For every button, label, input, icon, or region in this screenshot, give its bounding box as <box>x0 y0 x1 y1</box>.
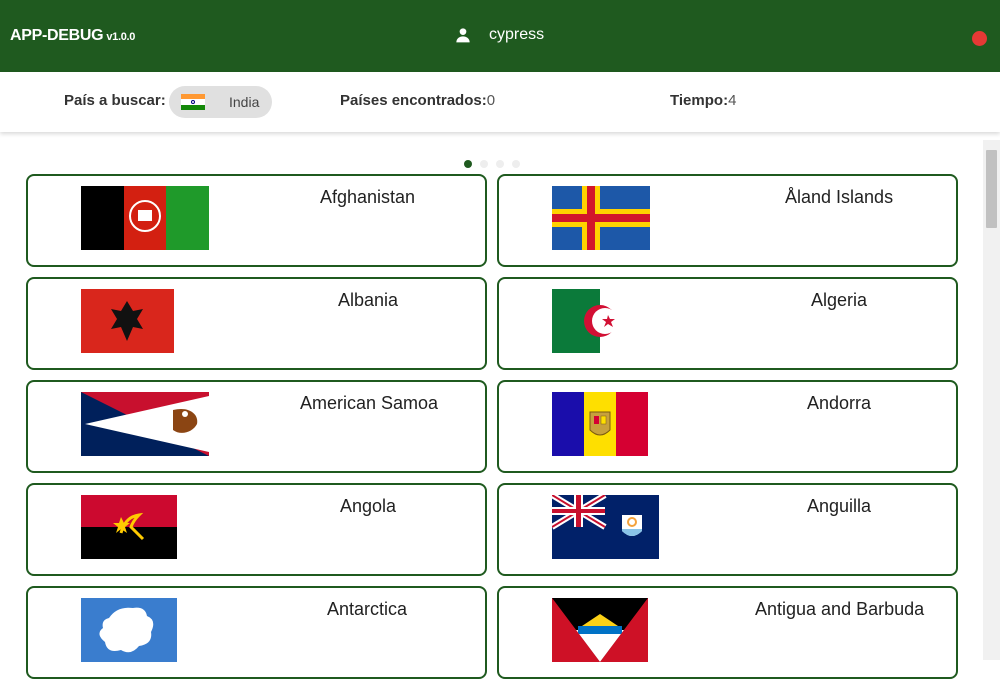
anguilla-flag-icon <box>552 495 659 559</box>
time-label: Tiempo: <box>670 92 728 109</box>
found-countries: Países encontrados:0 <box>340 92 495 109</box>
country-card-angola[interactable]: Angola <box>26 483 487 576</box>
country-card-afghanistan[interactable]: Afghanistan <box>26 174 487 267</box>
albania-flag-icon <box>81 289 174 353</box>
country-card-anguilla[interactable]: Anguilla <box>497 483 958 576</box>
country-card-andorra[interactable]: Andorra <box>497 380 958 473</box>
vertical-scrollbar[interactable] <box>983 140 1000 660</box>
country-card-algeria[interactable]: Algeria <box>497 277 958 370</box>
page-dot-1[interactable] <box>464 160 472 168</box>
app-title: APP-DEBUGv1.0.0 <box>10 27 135 45</box>
american-samoa-flag-icon <box>81 392 209 456</box>
country-name: Antarctica <box>327 599 407 620</box>
country-name: Anguilla <box>807 496 871 517</box>
angola-flag-icon <box>81 495 177 559</box>
country-name: Albania <box>338 290 398 311</box>
found-count: 0 <box>487 92 495 109</box>
app-header: APP-DEBUGv1.0.0 cypress <box>0 0 1000 72</box>
app-version: v1.0.0 <box>106 31 135 43</box>
country-card-antarctica[interactable]: Antarctica <box>26 586 487 679</box>
page-dot-2[interactable] <box>480 160 488 168</box>
aland-flag-icon <box>552 186 650 250</box>
user-menu[interactable]: cypress <box>455 26 544 44</box>
antigua-flag-icon <box>552 598 648 662</box>
country-card-antigua[interactable]: Antigua and Barbuda <box>497 586 958 679</box>
country-name: American Samoa <box>300 393 438 414</box>
selected-country-chip[interactable]: India <box>169 86 272 118</box>
page-dot-4[interactable] <box>512 160 520 168</box>
time-value: 4 <box>728 92 736 109</box>
carousel-pagination <box>464 160 520 168</box>
country-name: Angola <box>340 496 396 517</box>
search-label: País a buscar: <box>64 92 166 109</box>
country-card-american-samoa[interactable]: American Samoa <box>26 380 487 473</box>
country-list-area: Afghanistan Åland Islands Albania Algeri… <box>0 132 1000 660</box>
country-name: Algeria <box>811 290 867 311</box>
selected-country-name: India <box>229 94 259 110</box>
page-dot-3[interactable] <box>496 160 504 168</box>
found-label: Países encontrados: <box>340 92 487 109</box>
india-flag-icon <box>181 94 205 110</box>
time-info: Tiempo:4 <box>670 92 736 109</box>
scrollbar-thumb[interactable] <box>986 150 997 228</box>
app-name: APP-DEBUG <box>10 27 103 44</box>
andorra-flag-icon <box>552 392 648 456</box>
country-card-aland[interactable]: Åland Islands <box>497 174 958 267</box>
country-card-albania[interactable]: Albania <box>26 277 487 370</box>
afghanistan-flag-icon <box>81 186 209 250</box>
country-name: Afghanistan <box>320 187 415 208</box>
status-indicator <box>972 31 987 46</box>
algeria-flag-icon <box>552 289 648 353</box>
country-name: Antigua and Barbuda <box>755 599 924 620</box>
country-name: Åland Islands <box>785 187 893 208</box>
user-icon <box>455 27 471 43</box>
country-name: Andorra <box>807 393 871 414</box>
antarctica-flag-icon <box>81 598 177 662</box>
username: cypress <box>489 26 544 44</box>
search-info-bar: País a buscar: India Países encontrados:… <box>0 72 1000 132</box>
